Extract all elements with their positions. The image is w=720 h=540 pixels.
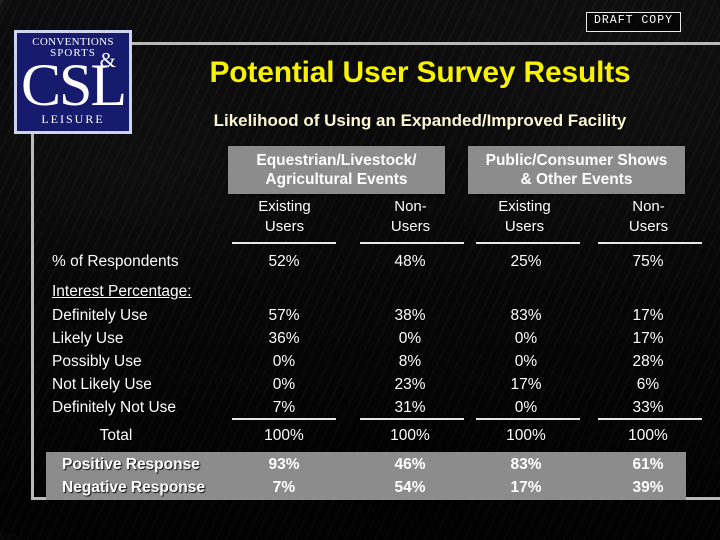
group-header-public-line1: Public/Consumer Shows: [485, 152, 668, 169]
cell-possibly-use-2: 8%: [398, 353, 422, 370]
cell-respondents-3: 25%: [510, 253, 542, 270]
table-row: Possibly Use 0% 8% 0% 28%: [36, 350, 696, 373]
column-rule-2: [360, 242, 464, 244]
cell-negative-response-4: 39%: [632, 479, 664, 496]
cell-not-likely-use-3: 17%: [510, 376, 542, 393]
column-header-2-line2: Users: [390, 218, 431, 235]
table-row: Not Likely Use 0% 23% 17% 6%: [36, 373, 696, 396]
cell-not-likely-use-2: 23%: [394, 376, 426, 393]
column-rule-4: [598, 242, 702, 244]
group-header-public-line2: & Other Events: [520, 171, 633, 188]
cell-not-likely-use-1: 0%: [272, 376, 296, 393]
column-header-4-line1: Non-: [632, 198, 665, 215]
cell-respondents-4: 75%: [632, 253, 664, 270]
column-header-3-line1: Existing: [498, 198, 551, 215]
cell-definitely-use-1: 57%: [268, 307, 300, 324]
cell-negative-response-1: 7%: [272, 479, 296, 496]
cell-likely-use-2: 0%: [398, 330, 422, 347]
table-row-positive-response: Positive Response 93% 46% 83% 61%: [36, 453, 696, 476]
total-rule-1: [232, 418, 336, 420]
table-row: Definitely Use 57% 38% 83% 17%: [36, 304, 696, 327]
slide-canvas: DRAFT COPY CONVENTIONS SPORTS & CSL LEIS…: [0, 0, 720, 540]
cell-definitely-not-use-1: 7%: [272, 399, 296, 416]
survey-results-table: Equestrian/Livestock/ Agricultural Event…: [36, 146, 702, 500]
cell-total-2: 100%: [390, 427, 430, 444]
table-row: Likely Use 36% 0% 0% 17%: [36, 327, 696, 350]
column-header-4: Non- Users: [596, 197, 701, 239]
group-header-public: Public/Consumer Shows & Other Events: [468, 146, 685, 194]
cell-respondents-1: 52%: [268, 253, 300, 270]
table-row-negative-response: Negative Response 7% 54% 17% 39%: [36, 476, 696, 499]
table-row-total: Total 100% 100% 100% 100%: [36, 424, 696, 447]
logo-monogram: CSL: [20, 52, 127, 118]
row-label-possibly-use: Possibly Use: [52, 353, 142, 370]
column-header-2: Non- Users: [358, 197, 463, 239]
logo-line-leisure: LEISURE: [41, 112, 105, 126]
cell-definitely-not-use-2: 31%: [394, 399, 426, 416]
table-row: % of Respondents 52% 48% 25% 75%: [36, 250, 696, 273]
total-rule-3: [476, 418, 580, 420]
row-label-total: Total: [99, 427, 133, 444]
cell-possibly-use-3: 0%: [514, 353, 538, 370]
cell-positive-response-4: 61%: [632, 456, 664, 473]
cell-definitely-use-4: 17%: [632, 307, 664, 324]
total-rule-4: [598, 418, 702, 420]
row-label-interest-percentage: Interest Percentage:: [52, 283, 192, 300]
cell-positive-response-3: 83%: [510, 456, 542, 473]
cell-possibly-use-4: 28%: [632, 353, 664, 370]
cell-definitely-use-3: 83%: [510, 307, 542, 324]
cell-definitely-use-2: 38%: [394, 307, 426, 324]
row-label-definitely-not-use: Definitely Not Use: [52, 399, 177, 416]
cell-total-4: 100%: [628, 427, 668, 444]
csl-logo: CONVENTIONS SPORTS & CSL LEISURE: [14, 30, 132, 134]
group-header-equestrian-line2: Agricultural Events: [265, 171, 408, 188]
row-label-positive-response: Positive Response: [62, 456, 200, 473]
cell-total-1: 100%: [264, 427, 304, 444]
row-label-likely-use: Likely Use: [52, 330, 124, 347]
total-rule-2: [360, 418, 464, 420]
page-title: Potential User Survey Results: [209, 56, 631, 89]
row-label-definitely-use: Definitely Use: [52, 307, 148, 324]
top-horizontal-rule: [130, 42, 720, 45]
row-label-negative-response: Negative Response: [62, 479, 205, 496]
cell-possibly-use-1: 0%: [272, 353, 296, 370]
row-label-respondents: % of Respondents: [52, 253, 179, 270]
column-rule-1: [232, 242, 336, 244]
group-header-equestrian-line1: Equestrian/Livestock/: [256, 152, 417, 169]
column-header-1-line1: Existing: [258, 198, 311, 215]
cell-definitely-not-use-4: 33%: [632, 399, 664, 416]
column-header-3: Existing Users: [472, 197, 577, 239]
draft-copy-badge: DRAFT COPY: [586, 12, 682, 32]
left-vertical-rule: [31, 128, 34, 500]
column-header-4-line2: Users: [628, 218, 669, 235]
cell-likely-use-1: 36%: [268, 330, 300, 347]
cell-definitely-not-use-3: 0%: [514, 399, 538, 416]
table-row: Definitely Not Use 7% 31% 0% 33%: [36, 396, 696, 419]
cell-negative-response-3: 17%: [510, 479, 542, 496]
cell-positive-response-1: 93%: [268, 456, 300, 473]
column-rule-3: [476, 242, 580, 244]
cell-likely-use-3: 0%: [514, 330, 538, 347]
cell-respondents-2: 48%: [394, 253, 426, 270]
row-label-not-likely-use: Not Likely Use: [52, 376, 152, 393]
cell-not-likely-use-4: 6%: [636, 376, 660, 393]
column-header-3-line2: Users: [504, 218, 545, 235]
cell-likely-use-4: 17%: [632, 330, 664, 347]
table-row: Interest Percentage:: [36, 280, 696, 303]
group-header-equestrian: Equestrian/Livestock/ Agricultural Event…: [228, 146, 445, 194]
column-header-1-line2: Users: [264, 218, 305, 235]
cell-negative-response-2: 54%: [394, 479, 426, 496]
page-subtitle: Likelihood of Using an Expanded/Improved…: [213, 111, 627, 130]
column-header-2-line1: Non-: [394, 198, 427, 215]
column-header-1: Existing Users: [232, 197, 337, 239]
cell-total-3: 100%: [506, 427, 546, 444]
cell-positive-response-2: 46%: [394, 456, 426, 473]
